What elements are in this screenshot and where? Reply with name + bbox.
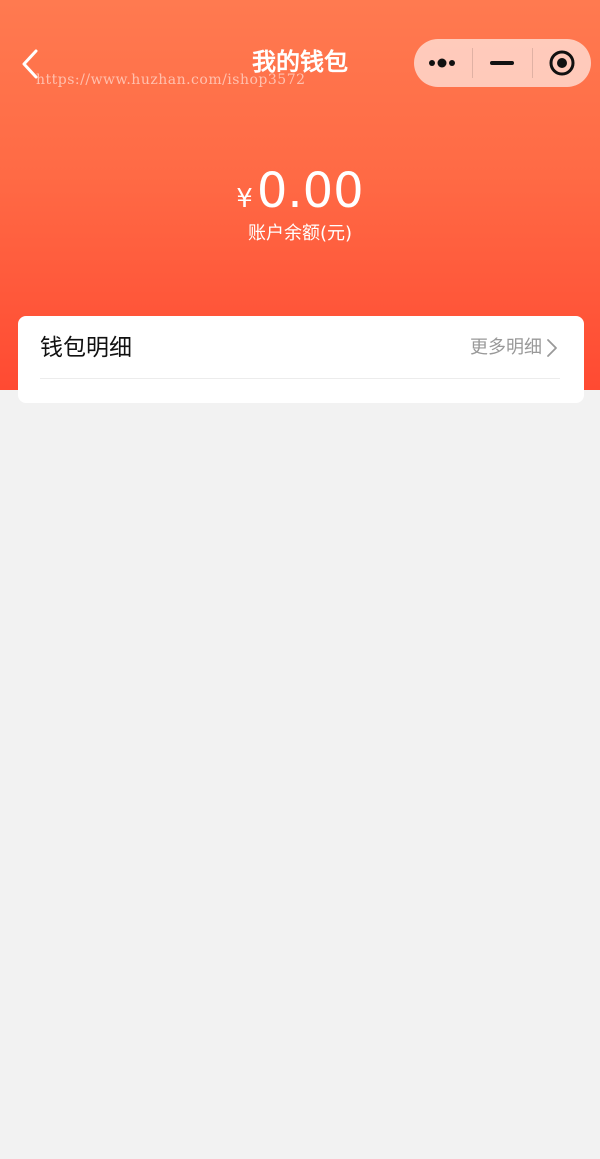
more-details-link[interactable]: 更多明细 xyxy=(470,334,558,362)
target-circle-icon xyxy=(549,50,575,76)
balance-amount: 0.00 xyxy=(256,163,364,219)
mini-program-capsule xyxy=(414,39,591,87)
minimize-icon xyxy=(490,61,515,65)
balance-label: 账户余额(元) xyxy=(247,223,353,244)
minimize-button[interactable] xyxy=(473,39,531,87)
nav-bar: 我的钱包 https://www.huzhan.com/ishop3572 xyxy=(0,0,600,130)
more-details-label: 更多明细 xyxy=(470,337,542,358)
wallet-detail-title: 钱包明细 xyxy=(40,335,132,361)
more-dots-icon xyxy=(429,58,456,68)
card-divider xyxy=(40,378,560,379)
balance-amount-row: ¥ 0.00 xyxy=(0,160,600,222)
currency-symbol: ¥ xyxy=(236,184,253,214)
balance-section: ¥ 0.00 账户余额(元) xyxy=(0,160,600,246)
chevron-right-icon xyxy=(546,338,558,358)
menu-button[interactable] xyxy=(414,39,472,87)
watermark-text: https://www.huzhan.com/ishop3572 xyxy=(36,72,306,88)
close-button[interactable] xyxy=(533,39,591,87)
wallet-detail-card: 钱包明细 更多明细 xyxy=(18,316,584,403)
